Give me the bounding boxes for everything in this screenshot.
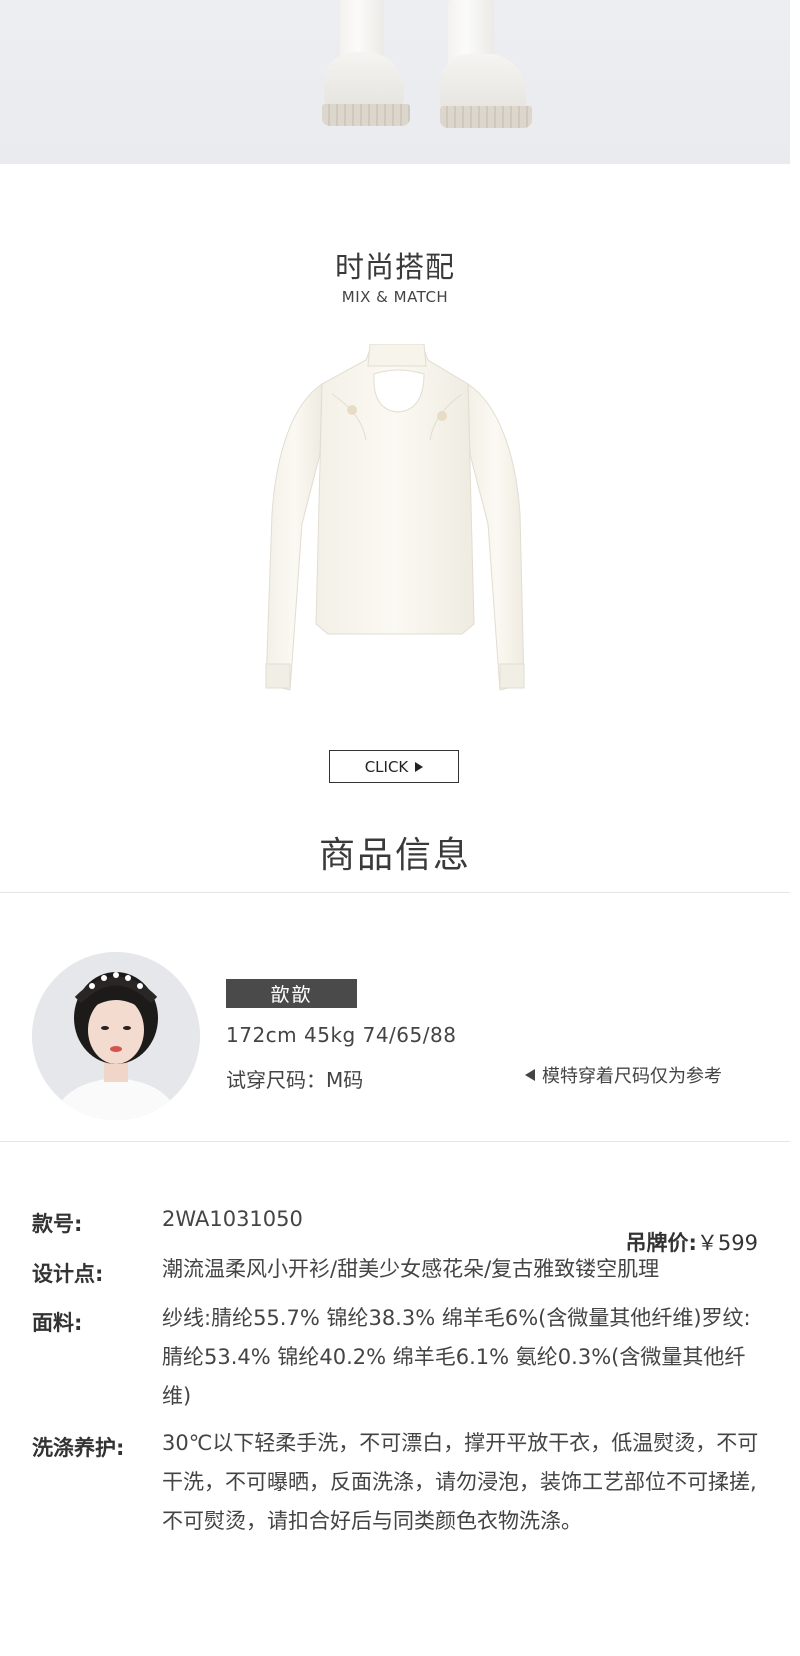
hero-image <box>0 0 790 164</box>
spec-label-design: 设计点: <box>32 1262 104 1286</box>
spec-value-fabric: 纱线:腈纶55.7% 锦纶38.3% 绵羊毛6%(含微量其他纤维)罗纹:腈纶53… <box>162 1306 751 1408</box>
click-button[interactable]: CLICK <box>329 750 459 783</box>
spec-label-care: 洗涤养护: <box>32 1436 125 1460</box>
model-measurements: 172cm 45kg 74/65/88 <box>226 1023 457 1047</box>
spec-value-care: 30℃以下轻柔手洗，不可漂白，撑开平放干衣，低温熨烫，不可干洗，不可曝晒，反面洗… <box>162 1431 759 1533</box>
mix-match-title: 时尚搭配 <box>334 250 455 284</box>
spec-label-style-number: 款号: <box>32 1212 83 1236</box>
size-note-text: 模特穿着尺码仅为参考 <box>542 1066 722 1087</box>
model-try-size: 试穿尺码：M码 <box>226 1068 364 1092</box>
product-info-title: 商品信息 <box>318 835 471 876</box>
spec-label-fabric: 面料: <box>32 1311 83 1335</box>
play-arrow-icon <box>415 761 424 772</box>
model-avatar <box>32 952 200 1120</box>
divider <box>0 892 790 893</box>
left-triangle-icon <box>525 1069 535 1081</box>
right-boot <box>440 0 560 130</box>
size-note: 模特穿着尺码仅为参考 <box>525 1062 722 1088</box>
model-name-badge: 歆歆 <box>226 979 357 1008</box>
spec-value-design: 潮流温柔风小开衫/甜美少女感花朵/复古雅致镂空肌理 <box>162 1257 660 1281</box>
left-boot <box>322 0 442 130</box>
mix-match-subtitle: MIX & MATCH <box>341 288 449 306</box>
click-label: CLICK <box>364 757 409 776</box>
divider <box>0 1141 790 1142</box>
cardigan-product-image[interactable] <box>262 344 534 712</box>
